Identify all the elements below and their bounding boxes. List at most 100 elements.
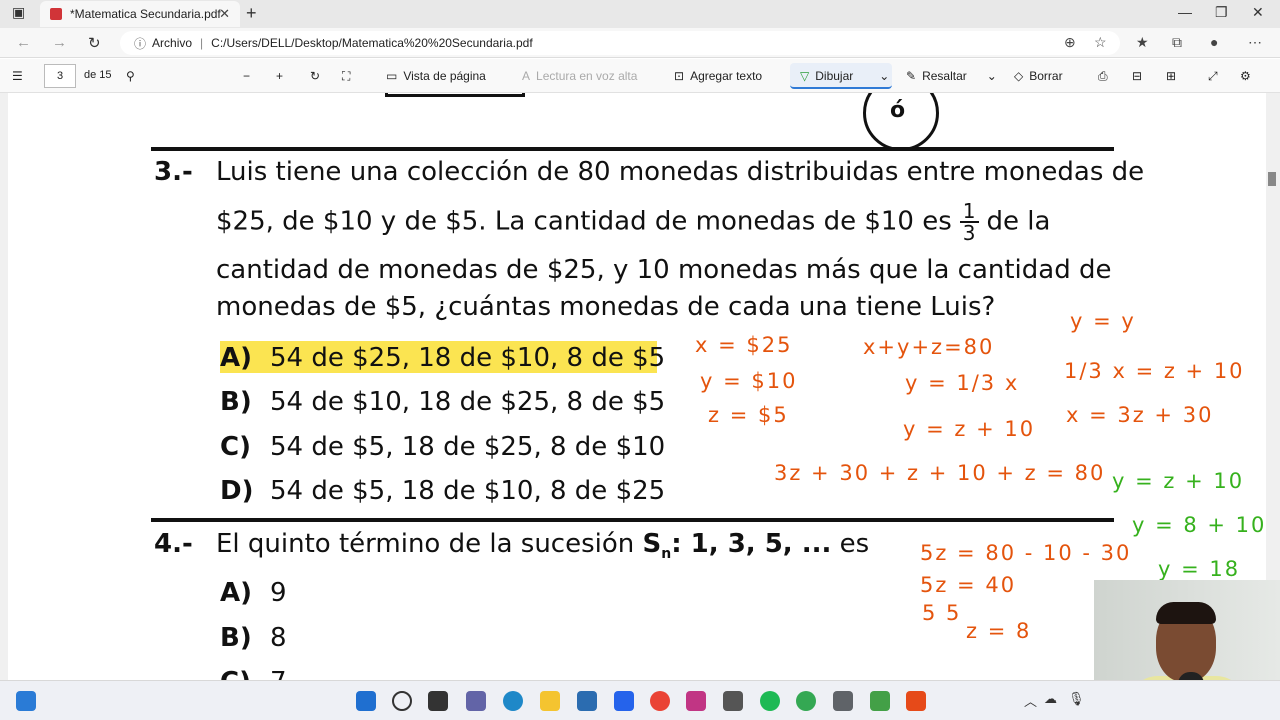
fit-page-icon[interactable]: ⛶ xyxy=(342,69,350,84)
question-3-line-2b: de la xyxy=(986,206,1051,237)
option-b: B) 54 de $10, 18 de $25, 8 de $5 xyxy=(220,387,665,417)
tab-active[interactable]: *Matematica Secundaria.pdf ✕ xyxy=(40,1,240,27)
sequence-symbol: S xyxy=(642,529,662,559)
refresh-icon[interactable]: ↻ xyxy=(88,34,101,52)
question-3-line-3: cantidad de monedas de $25, y 10 monedas… xyxy=(216,255,1112,285)
maximize-icon[interactable]: ❐ xyxy=(1215,4,1228,21)
read-aloud-label: Lectura en voz alta xyxy=(536,69,638,83)
collections-icon[interactable]: ⧉ xyxy=(1172,34,1182,51)
question-4-text-c: es xyxy=(831,529,870,559)
search-icon[interactable] xyxy=(392,691,412,711)
option-text: 9 xyxy=(270,578,287,608)
ink-note: 1/3 x = z + 10 xyxy=(1064,359,1245,383)
mail-icon[interactable] xyxy=(614,691,634,711)
profile-icon[interactable]: ● xyxy=(1210,34,1218,50)
mic-tray-icon[interactable]: 🎙 xyxy=(1068,691,1085,707)
chevron-down-icon[interactable]: ⌄ xyxy=(987,69,997,83)
page-total: de 15 xyxy=(84,69,112,81)
chrome-profile-icon[interactable] xyxy=(796,691,816,711)
url-box[interactable]: ⓘ Archivo | C:/Users/DELL/Desktop/Matema… xyxy=(120,31,1120,55)
store-icon[interactable] xyxy=(577,691,597,711)
ink-note: 5 5 xyxy=(922,601,962,625)
question-3-line-2: $25, de $10 y de $5. La cantidad de mone… xyxy=(216,201,1050,243)
contents-icon[interactable]: ☰ xyxy=(12,69,23,83)
new-tab-icon[interactable]: + xyxy=(246,3,257,24)
add-text-label: Agregar texto xyxy=(690,69,763,83)
option-text: 54 de $5, 18 de $25, 8 de $10 xyxy=(270,432,666,462)
minimize-icon[interactable]: — xyxy=(1178,4,1192,20)
sequence-terms: : 1, 3, 5, ... xyxy=(671,529,832,559)
q4-option-a: A) 9 xyxy=(220,578,287,608)
ink-note: x = $25 xyxy=(695,333,793,357)
zoom-in-icon[interactable]: + xyxy=(276,69,283,83)
widgets-icon[interactable] xyxy=(16,691,36,711)
circle-letter: ó xyxy=(890,98,906,123)
chat-icon[interactable] xyxy=(466,691,486,711)
edge-icon[interactable] xyxy=(503,691,523,711)
ink-note: y = $10 xyxy=(700,369,798,393)
page-view-icon: ▭ xyxy=(386,69,398,83)
instagram-icon[interactable] xyxy=(686,691,706,711)
draw-button[interactable]: ▽ Dibujar ⌄ xyxy=(800,69,889,83)
app-green-icon[interactable] xyxy=(870,691,890,711)
ink-note: z = 8 xyxy=(966,619,1032,643)
spotify-icon[interactable] xyxy=(760,691,780,711)
pdf-icon xyxy=(50,8,62,20)
phone-icon[interactable] xyxy=(723,691,743,711)
favorite-add-icon[interactable]: ☆ xyxy=(1094,34,1107,51)
ink-note: y = 1/3 x xyxy=(905,371,1020,395)
search-icon[interactable]: ⚲ xyxy=(126,69,135,83)
pdf-viewer[interactable]: ó 3.- Luis tiene una colección de 80 mon… xyxy=(0,93,1280,680)
ink-note: y = y xyxy=(1070,309,1136,333)
task-view-icon[interactable] xyxy=(428,691,448,711)
forward-icon[interactable]: → xyxy=(52,34,67,51)
address-label: Archivo xyxy=(152,36,193,50)
ink-note: x+y+z=80 xyxy=(863,335,995,359)
answer-box xyxy=(385,93,525,97)
fraction-one-third: 13 xyxy=(959,201,979,243)
tab-actions-icon[interactable]: ▣ xyxy=(12,4,25,21)
fullscreen-icon[interactable]: ⤢ xyxy=(1208,69,1218,84)
eraser-icon: ◇ xyxy=(1014,69,1024,83)
settings-gear-icon[interactable]: ⚙ xyxy=(1240,69,1251,83)
option-text: 54 de $25, 18 de $10, 8 de $5 xyxy=(270,343,666,373)
scrollbar-thumb[interactable] xyxy=(1268,172,1276,186)
onedrive-icon[interactable]: ☁ xyxy=(1044,691,1057,707)
start-icon[interactable] xyxy=(356,691,376,711)
ink-note: z = $5 xyxy=(708,403,789,427)
highlight-label: Resaltar xyxy=(922,69,967,83)
erase-button[interactable]: ◇ Borrar xyxy=(1014,69,1063,83)
pdf-page: ó 3.- Luis tiene una colección de 80 mon… xyxy=(8,93,1266,680)
ink-note: 5z = 80 - 10 - 30 xyxy=(920,541,1132,565)
zoom-out-icon[interactable]: − xyxy=(243,69,250,83)
ink-note: x = 3z + 30 xyxy=(1066,403,1214,427)
page-view-button[interactable]: ▭ Vista de página xyxy=(386,69,486,83)
save-as-icon[interactable]: ⊞ xyxy=(1166,69,1176,83)
option-text: 7 xyxy=(270,667,287,680)
save-icon[interactable]: ⊟ xyxy=(1132,69,1142,83)
add-text-button[interactable]: ⊡ Agregar texto xyxy=(674,69,762,83)
chrome-icon[interactable] xyxy=(650,691,670,711)
question-4-text: El quinto término de la sucesión Sn: 1, … xyxy=(216,529,869,562)
option-letter: B) xyxy=(220,623,252,653)
close-tab-icon[interactable]: ✕ xyxy=(219,6,230,22)
favorites-icon[interactable]: ★ xyxy=(1136,34,1149,51)
ink-note: y = z + 10 xyxy=(903,417,1036,441)
pen-icon: ▽ xyxy=(800,69,810,83)
highlight-button[interactable]: ✎ Resaltar ⌄ xyxy=(906,69,997,83)
file-explorer-icon[interactable] xyxy=(540,691,560,711)
settings-icon[interactable] xyxy=(833,691,853,711)
close-window-icon[interactable]: ✕ xyxy=(1252,4,1264,21)
question-3-line-4: monedas de $5, ¿cuántas monedas de cada … xyxy=(216,292,996,322)
chevron-down-icon[interactable]: ⌄ xyxy=(879,69,889,83)
app-orange-icon[interactable] xyxy=(906,691,926,711)
more-icon[interactable]: ⋯ xyxy=(1248,34,1262,51)
zoom-icon[interactable]: ⊕ xyxy=(1064,34,1076,51)
back-icon[interactable]: ← xyxy=(16,34,31,51)
print-icon[interactable]: ⎙ xyxy=(1098,69,1108,84)
rotate-icon[interactable]: ↻ xyxy=(310,69,320,83)
tray-chevron-icon[interactable]: ︿ xyxy=(1024,691,1037,710)
option-letter: A) xyxy=(220,343,253,373)
page-number-input[interactable]: 3 xyxy=(44,64,76,88)
read-aloud-button[interactable]: A Lectura en voz alta xyxy=(522,69,637,83)
